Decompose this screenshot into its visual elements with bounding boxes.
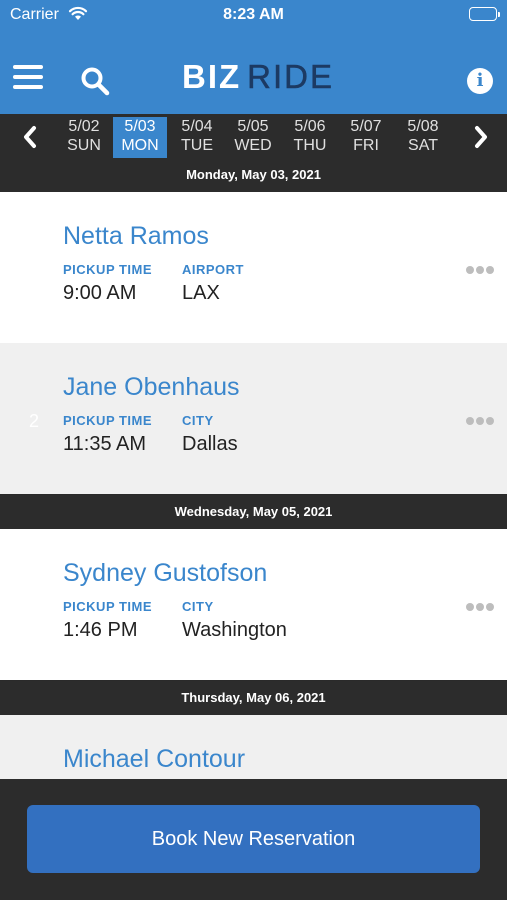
location-type-label: CITY [182, 413, 214, 428]
row-index: 2 [29, 411, 40, 431]
passenger-name: Netta Ramos [63, 222, 209, 250]
day-5-06[interactable]: 5/06 THU [283, 117, 337, 158]
location-value: Washington [182, 619, 287, 641]
more-options-icon[interactable] [466, 599, 494, 617]
location-value: LAX [182, 282, 220, 304]
day-date: 5/04 [181, 118, 213, 135]
bottom-bar: Book New Reservation [0, 779, 507, 900]
day-date: 5/02 [68, 118, 100, 135]
day-5-04[interactable]: 5/04 TUE [170, 117, 224, 158]
day-weekday: SUN [67, 137, 101, 154]
day-5-05[interactable]: 5/05 WED [226, 117, 280, 158]
pickup-time-value: 11:35 AM [63, 433, 147, 455]
info-icon[interactable]: i [467, 68, 493, 94]
location-type-label: CITY [182, 599, 214, 614]
pickup-time-label: PICKUP TIME [63, 599, 153, 614]
section-header-date: Thursday, May 06, 2021 [0, 681, 507, 715]
next-week-arrow-icon[interactable] [465, 122, 495, 152]
pickup-time-value: 1:46 PM [63, 619, 138, 641]
day-weekday: MON [121, 137, 159, 154]
status-bar: Carrier 8:23 AM [0, 0, 507, 32]
more-options-icon[interactable] [466, 413, 494, 431]
day-weekday: WED [234, 137, 272, 154]
day-weekday: FRI [353, 137, 379, 154]
reservation-card[interactable]: Sydney Gustofson PICKUP TIME CITY 1:46 P… [0, 529, 507, 680]
more-options-icon[interactable] [466, 262, 494, 280]
day-weekday: TUE [181, 137, 213, 154]
logo-biz-text: BIZ [182, 58, 242, 95]
pickup-time-value: 9:00 AM [63, 282, 137, 304]
day-date: 5/08 [407, 118, 439, 135]
app-logo: BIZ RIDE [182, 58, 335, 96]
nav-bar: BIZ RIDE i [0, 32, 507, 114]
day-5-02[interactable]: 5/02 SUN [57, 117, 111, 158]
section-header-date: Monday, May 03, 2021 [0, 158, 507, 192]
section-header-date: Wednesday, May 05, 2021 [0, 495, 507, 529]
hamburger-menu-icon[interactable] [13, 65, 43, 93]
logo-ride-text: RIDE [247, 58, 335, 96]
location-value: Dallas [182, 433, 238, 455]
reservation-card[interactable]: Netta Ramos PICKUP TIME AIRPORT 9:00 AM … [0, 192, 507, 343]
passenger-name: Sydney Gustofson [63, 559, 268, 587]
location-type-label: AIRPORT [182, 262, 244, 277]
day-date: 5/07 [350, 118, 382, 135]
battery-icon [469, 7, 500, 21]
day-date: 5/06 [294, 118, 326, 135]
day-5-08[interactable]: 5/08 SAT [396, 117, 450, 158]
day-weekday: THU [293, 137, 327, 154]
day-weekday: SAT [408, 137, 438, 154]
date-strip: 5/02 SUN 5/03 MON 5/04 TUE 5/05 WED 5/06… [0, 114, 507, 158]
day-date: 5/03 [124, 118, 156, 135]
passenger-name: Jane Obenhaus [63, 373, 240, 401]
day-date: 5/05 [237, 118, 269, 135]
passenger-name: Michael Contour [63, 745, 246, 773]
pickup-time-label: PICKUP TIME [63, 413, 153, 428]
previous-week-arrow-icon[interactable] [16, 122, 46, 152]
clock: 8:23 AM [223, 6, 284, 23]
pickup-time-label: PICKUP TIME [63, 262, 153, 277]
book-new-reservation-button[interactable]: Book New Reservation [27, 805, 480, 873]
reservation-card[interactable]: 2 Jane Obenhaus PICKUP TIME CITY 11:35 A… [0, 343, 507, 494]
day-5-03-selected[interactable]: 5/03 MON [113, 117, 167, 158]
day-5-07[interactable]: 5/07 FRI [339, 117, 393, 158]
search-icon[interactable] [80, 66, 110, 101]
